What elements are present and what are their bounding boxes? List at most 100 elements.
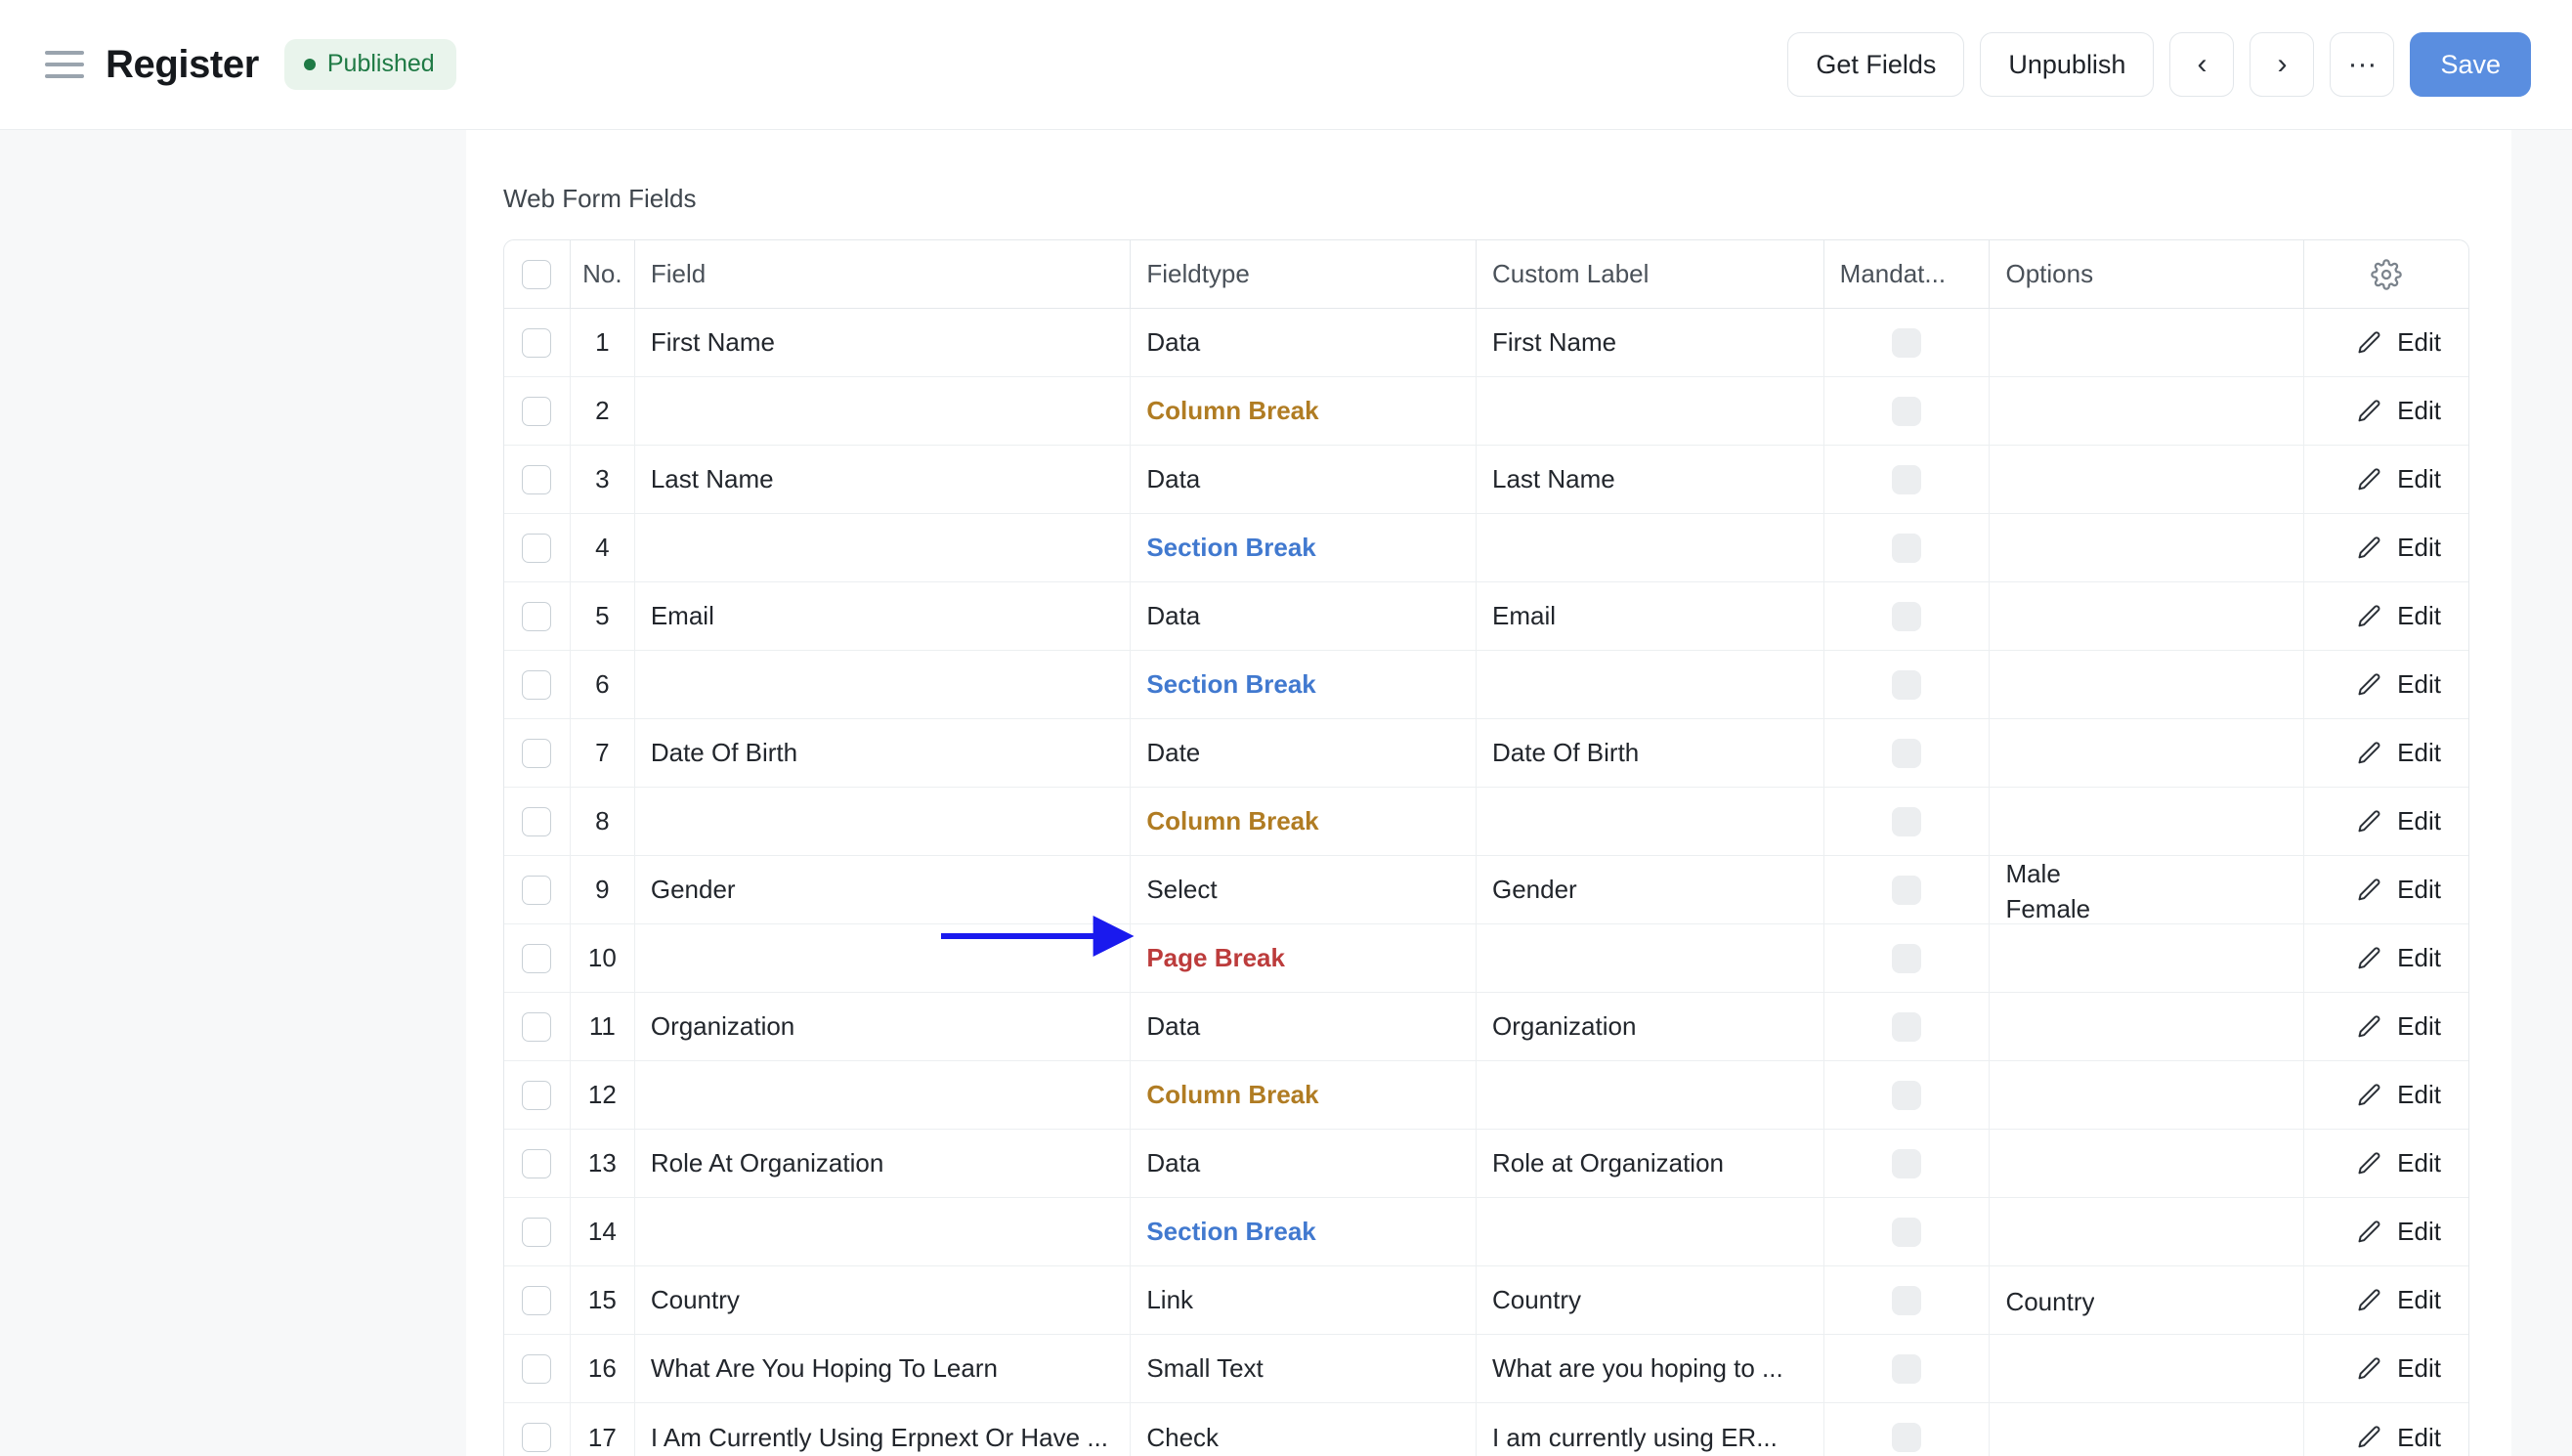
mandatory-checkbox[interactable]: [1892, 875, 1922, 905]
table-row[interactable]: 3 Last Name Data Last Name Edit: [504, 446, 2468, 514]
row-checkbox[interactable]: [522, 1423, 552, 1452]
cell-mandatory[interactable]: [1824, 651, 1991, 718]
cell-field-name[interactable]: What Are You Hoping To Learn: [635, 1335, 1132, 1402]
row-checkbox[interactable]: [522, 533, 552, 563]
row-select-cell[interactable]: [504, 309, 571, 376]
cell-field-name[interactable]: [635, 514, 1132, 581]
cell-custom-label[interactable]: Last Name: [1477, 446, 1824, 513]
unpublish-button[interactable]: Unpublish: [1980, 32, 2155, 97]
table-row[interactable]: 17 I Am Currently Using Erpnext Or Have .…: [504, 1403, 2468, 1456]
row-checkbox[interactable]: [522, 1217, 552, 1247]
row-checkbox[interactable]: [522, 943, 552, 973]
cell-mandatory[interactable]: [1824, 719, 1991, 787]
cell-options[interactable]: [1990, 651, 2305, 718]
cell-fieldtype[interactable]: Data: [1131, 446, 1477, 513]
mandatory-checkbox[interactable]: [1892, 1423, 1922, 1452]
mandatory-checkbox[interactable]: [1892, 806, 1922, 836]
cell-edit[interactable]: Edit: [2304, 1198, 2468, 1265]
edit-row-button[interactable]: Edit: [2356, 1080, 2441, 1110]
row-select-cell[interactable]: [504, 1198, 571, 1265]
table-row[interactable]: 7 Date Of Birth Date Date Of Birth Edit: [504, 719, 2468, 788]
cell-custom-label[interactable]: I am currently using ER...: [1477, 1403, 1824, 1456]
cell-options[interactable]: [1990, 514, 2305, 581]
cell-fieldtype[interactable]: Page Break: [1131, 924, 1477, 992]
row-checkbox[interactable]: [522, 464, 552, 494]
row-select-cell[interactable]: [504, 651, 571, 718]
cell-field-name[interactable]: Email: [635, 582, 1132, 650]
cell-mandatory[interactable]: [1824, 309, 1991, 376]
cell-edit[interactable]: Edit: [2304, 719, 2468, 787]
cell-options[interactable]: [1990, 1335, 2305, 1402]
cell-custom-label[interactable]: What are you hoping to ...: [1477, 1335, 1824, 1402]
table-row[interactable]: 2 Column Break Edit: [504, 377, 2468, 446]
cell-custom-label[interactable]: Gender: [1477, 856, 1824, 923]
get-fields-button[interactable]: Get Fields: [1787, 32, 1965, 97]
table-row[interactable]: 15 Country Link Country Country Edit: [504, 1266, 2468, 1335]
cell-edit[interactable]: Edit: [2304, 1266, 2468, 1334]
mandatory-checkbox[interactable]: [1892, 943, 1922, 973]
cell-fieldtype[interactable]: Data: [1131, 1130, 1477, 1197]
row-select-cell[interactable]: [504, 514, 571, 581]
cell-mandatory[interactable]: [1824, 993, 1991, 1060]
cell-edit[interactable]: Edit: [2304, 1335, 2468, 1402]
cell-options[interactable]: [1990, 993, 2305, 1060]
cell-options[interactable]: [1990, 582, 2305, 650]
row-select-cell[interactable]: [504, 856, 571, 923]
edit-row-button[interactable]: Edit: [2356, 464, 2441, 494]
cell-fieldtype[interactable]: Small Text: [1131, 1335, 1477, 1402]
cell-options[interactable]: [1990, 309, 2305, 376]
row-select-cell[interactable]: [504, 377, 571, 445]
cell-fieldtype[interactable]: Section Break: [1131, 1198, 1477, 1265]
cell-field-name[interactable]: [635, 924, 1132, 992]
cell-edit[interactable]: Edit: [2304, 651, 2468, 718]
cell-custom-label[interactable]: [1477, 1198, 1824, 1265]
cell-options[interactable]: [1990, 1403, 2305, 1456]
cell-mandatory[interactable]: [1824, 924, 1991, 992]
cell-options[interactable]: Male Female: [1990, 856, 2305, 923]
cell-custom-label[interactable]: [1477, 924, 1824, 992]
edit-row-button[interactable]: Edit: [2356, 1148, 2441, 1178]
mandatory-checkbox[interactable]: [1892, 1285, 1922, 1315]
cell-fieldtype[interactable]: Section Break: [1131, 651, 1477, 718]
cell-edit[interactable]: Edit: [2304, 1403, 2468, 1456]
more-options-button[interactable]: ···: [2330, 32, 2395, 97]
cell-fieldtype[interactable]: Section Break: [1131, 514, 1477, 581]
cell-field-name[interactable]: Organization: [635, 993, 1132, 1060]
next-doc-button[interactable]: ›: [2250, 32, 2315, 97]
cell-custom-label[interactable]: [1477, 377, 1824, 445]
cell-fieldtype[interactable]: Link: [1131, 1266, 1477, 1334]
cell-mandatory[interactable]: [1824, 446, 1991, 513]
grid-settings-cell[interactable]: [2304, 240, 2468, 308]
row-select-cell[interactable]: [504, 1266, 571, 1334]
edit-row-button[interactable]: Edit: [2356, 669, 2441, 700]
table-row[interactable]: 12 Column Break Edit: [504, 1061, 2468, 1130]
row-select-cell[interactable]: [504, 719, 571, 787]
save-button[interactable]: Save: [2410, 32, 2531, 97]
cell-field-name[interactable]: [635, 788, 1132, 855]
mandatory-checkbox[interactable]: [1892, 1217, 1922, 1247]
row-checkbox[interactable]: [522, 875, 552, 905]
cell-field-name[interactable]: [635, 651, 1132, 718]
table-row[interactable]: 10 Page Break Edit: [504, 924, 2468, 993]
edit-row-button[interactable]: Edit: [2356, 1285, 2441, 1315]
cell-custom-label[interactable]: [1477, 651, 1824, 718]
cell-mandatory[interactable]: [1824, 514, 1991, 581]
cell-fieldtype[interactable]: Data: [1131, 582, 1477, 650]
row-checkbox[interactable]: [522, 601, 552, 631]
cell-custom-label[interactable]: [1477, 1061, 1824, 1129]
cell-mandatory[interactable]: [1824, 1130, 1991, 1197]
cell-field-name[interactable]: [635, 377, 1132, 445]
cell-custom-label[interactable]: Organization: [1477, 993, 1824, 1060]
cell-custom-label[interactable]: [1477, 514, 1824, 581]
cell-mandatory[interactable]: [1824, 788, 1991, 855]
cell-fieldtype[interactable]: Check: [1131, 1403, 1477, 1456]
cell-fieldtype[interactable]: Column Break: [1131, 377, 1477, 445]
edit-row-button[interactable]: Edit: [2356, 533, 2441, 563]
cell-edit[interactable]: Edit: [2304, 309, 2468, 376]
cell-edit[interactable]: Edit: [2304, 1061, 2468, 1129]
cell-field-name[interactable]: [635, 1061, 1132, 1129]
cell-options[interactable]: [1990, 1198, 2305, 1265]
cell-field-name[interactable]: [635, 1198, 1132, 1265]
row-select-cell[interactable]: [504, 446, 571, 513]
cell-edit[interactable]: Edit: [2304, 788, 2468, 855]
